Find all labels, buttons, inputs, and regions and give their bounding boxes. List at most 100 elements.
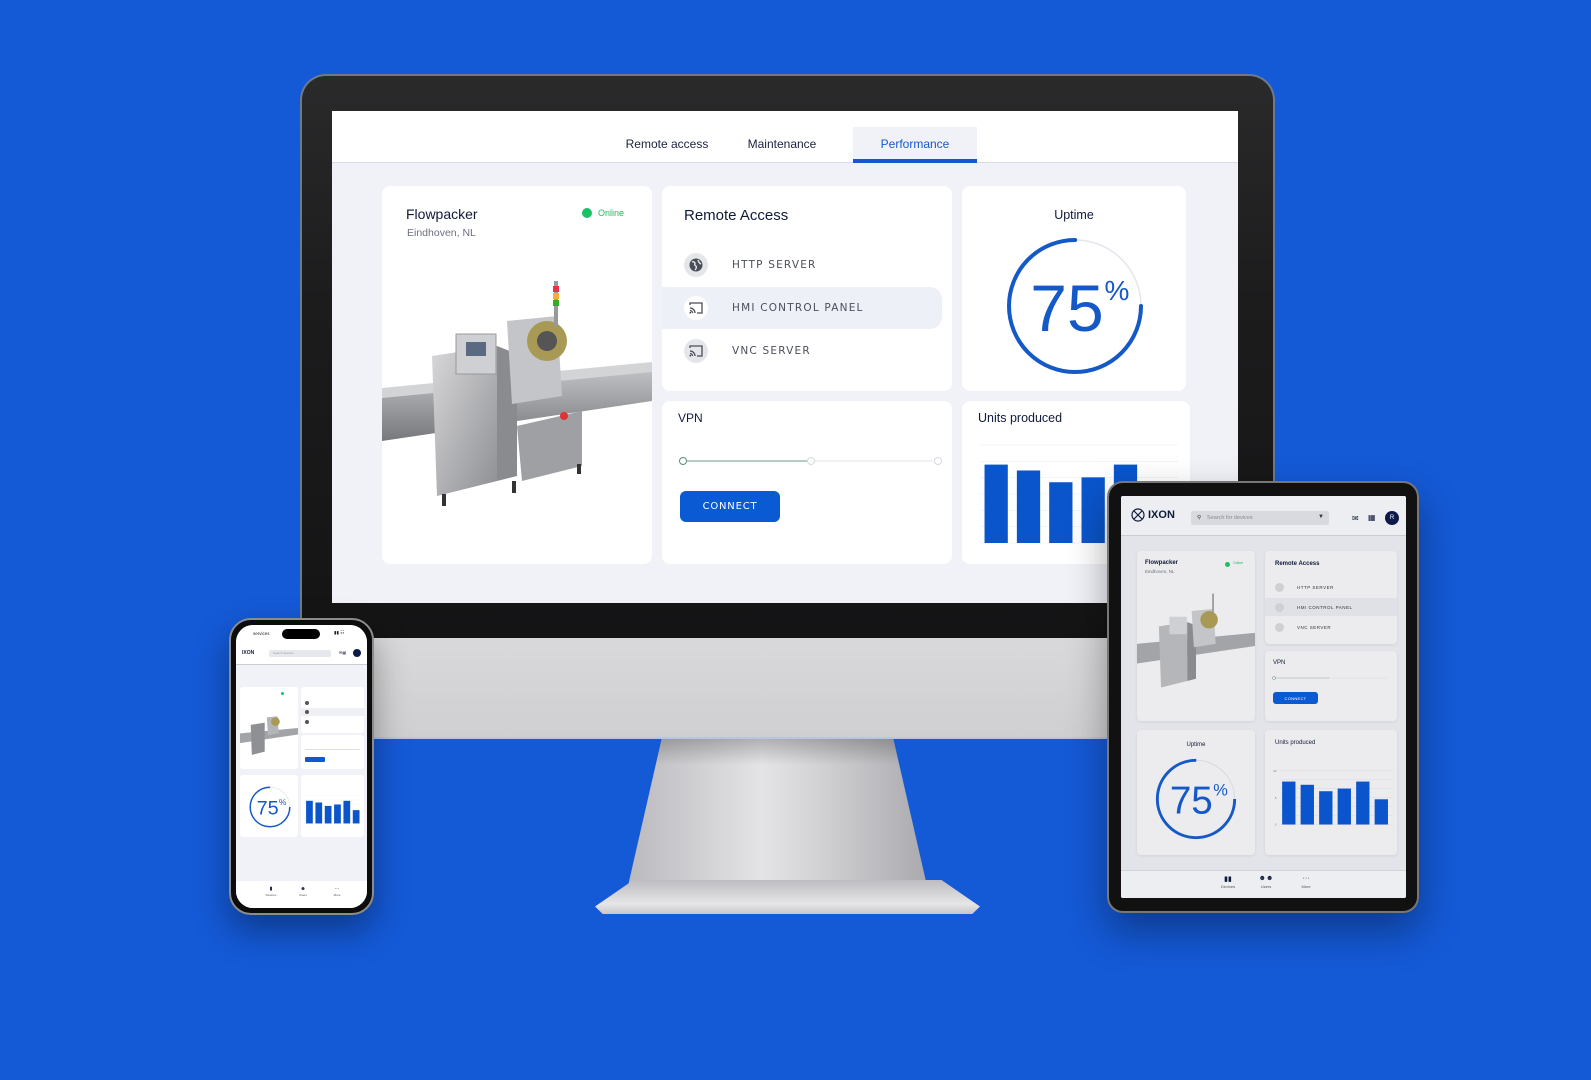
remote-item-label: VNC SERVER [1297,624,1332,630]
remote-access-card: Remote Access HTTP SERVER HMI CONTROL PA… [662,186,952,391]
globe-icon [684,253,708,277]
tablet-uptime-card: Uptime 75 % [1137,730,1255,855]
nav-users[interactable]: ☻ Users [292,886,314,897]
y-tick-label: 0 [1275,823,1277,827]
tab-maintenance[interactable]: Maintenance [732,127,832,163]
phone-status-bar: services ▮▮ ☷ [236,625,367,643]
monitor-stand-base [595,880,980,914]
flowpacker-machine-image [1137,593,1255,688]
remote-item-hmi-control-panel[interactable]: HMI CONTROL PANEL [662,287,942,329]
bar-1 [306,800,313,824]
nav-devices[interactable]: ▮▮ Devices [1213,875,1243,889]
bar-3 [324,805,332,824]
phone-vpn-card [301,735,364,769]
globe-icon [305,701,309,705]
tablet-bottom-nav: ▮▮ Devices ☻☻ Users ··· More [1121,870,1406,898]
cast-icon [684,339,708,363]
dynamic-island [282,629,320,639]
y-tick-label: 10 [1273,769,1277,773]
phone-uptime-card: 75 % [240,775,298,837]
cast-icon [305,710,309,714]
nav-label: Devices [1220,884,1236,889]
nav-more[interactable]: ··· More [1291,875,1321,889]
device-name: Flowpacker [1145,560,1179,566]
vpn-card: VPN CONNECT [662,401,952,564]
remote-item-vnc-server[interactable]: VNC SERVER [1265,618,1397,636]
device-location: Eindhoven, NL [1145,569,1175,574]
avatar[interactable]: R [1385,511,1399,525]
more-icon: ··· [1302,875,1310,882]
nav-devices[interactable]: ▮ Devices [260,886,282,897]
logo-text: IXON [1148,509,1175,521]
tab-performance[interactable]: Performance [853,127,977,163]
remote-access-title: Remote Access [1275,561,1320,567]
uptime-unit: % [1105,275,1130,306]
device-location: Eindhoven, NL [407,227,476,239]
tab-remote-access[interactable]: Remote access [617,127,717,163]
apps-grid-icon[interactable]: ▦ [1368,513,1376,522]
bar-2 [1016,470,1041,543]
ixon-logo-icon [1131,508,1145,522]
chevron-down-icon[interactable]: ▼ [1318,514,1324,520]
remote-item-http-server[interactable]: HTTP SERVER [1265,578,1397,596]
desktop-screen: Remote access Maintenance Performance Fl… [332,111,1238,603]
uptime-unit: % [279,797,287,807]
bar-1 [984,464,1008,543]
units-title: Units produced [978,411,1063,425]
devices-icon: ▮ [269,886,273,892]
nav-label: Devices [265,893,277,897]
remote-item-label: VNC SERVER [732,345,811,357]
globe-icon [1275,582,1284,592]
step-1-icon [679,457,687,465]
search-input[interactable]: Search devices [269,650,331,657]
step-3-icon [934,457,942,465]
uptime-title: Uptime [1054,208,1094,222]
remote-item-hmi-control-panel[interactable]: HMI CONTROL PANEL [1265,598,1397,616]
flowpacker-machine-image [382,281,652,506]
uptime-gauge: 75 % [1007,238,1143,374]
vpn-title: VPN [678,411,703,425]
remote-item-hmi-control-panel[interactable] [301,708,364,716]
bar-3 [1049,482,1073,543]
phone-device: services ▮▮ ☷ IXON Search devices ✉▦ 75 … [229,618,374,915]
bar-4 [334,804,341,824]
cast-icon [684,296,708,320]
connect-button[interactable] [305,757,325,762]
remote-item-http-server[interactable]: HTTP SERVER [662,244,942,286]
connect-button[interactable]: CONNECT [1273,692,1318,704]
vpn-progress-stepper [679,457,942,465]
devices-icon: ▮▮ [1224,876,1232,883]
flowpacker-machine-image [240,716,298,755]
vpn-progress-stepper [1272,676,1387,680]
remote-item-vnc-server[interactable]: VNC SERVER [662,330,942,372]
more-icon: ··· [334,886,340,892]
search-placeholder: Search for devices [1207,515,1253,521]
tablet-units-card: Units produced 0 5 10 [1265,730,1397,855]
nav-users[interactable]: ☻☻ Users [1251,875,1281,889]
users-icon: ☻☻ [1258,875,1274,882]
ixon-logo[interactable]: IXON [242,650,254,656]
tablet-device: IXON ⚲ Search for devices ▼ ✉ ▦ R Flowpa… [1107,481,1419,913]
connect-button[interactable]: CONNECT [680,491,780,522]
nav-label: More [333,893,341,897]
device-card: Flowpacker Eindhoven, NL Online [382,186,652,564]
nav-more[interactable]: ··· More [326,886,348,897]
mail-icon[interactable]: ✉▦ [339,650,346,655]
bar-3 [1319,791,1333,825]
bar-2 [1300,784,1314,825]
cast-icon [1275,602,1284,612]
tablet-header: IXON ⚲ Search for devices ▼ ✉ ▦ R [1121,496,1406,536]
y-tick-label: 5 [1275,796,1277,800]
mail-icon[interactable]: ✉ [1352,514,1359,523]
search-input[interactable]: ⚲ Search for devices ▼ [1191,511,1329,525]
stand-shadow [655,739,900,765]
carrier-text: services [253,631,270,636]
ixon-logo[interactable]: IXON [1131,508,1175,522]
remote-item-label: HMI CONTROL PANEL [1297,604,1353,610]
bar-2 [315,802,323,824]
bar-6 [352,810,360,824]
nav-label: Users [1260,884,1272,889]
avatar[interactable] [353,649,361,657]
uptime-card: Uptime 75 % [962,186,1186,391]
remote-item-label: HMI CONTROL PANEL [732,302,864,314]
